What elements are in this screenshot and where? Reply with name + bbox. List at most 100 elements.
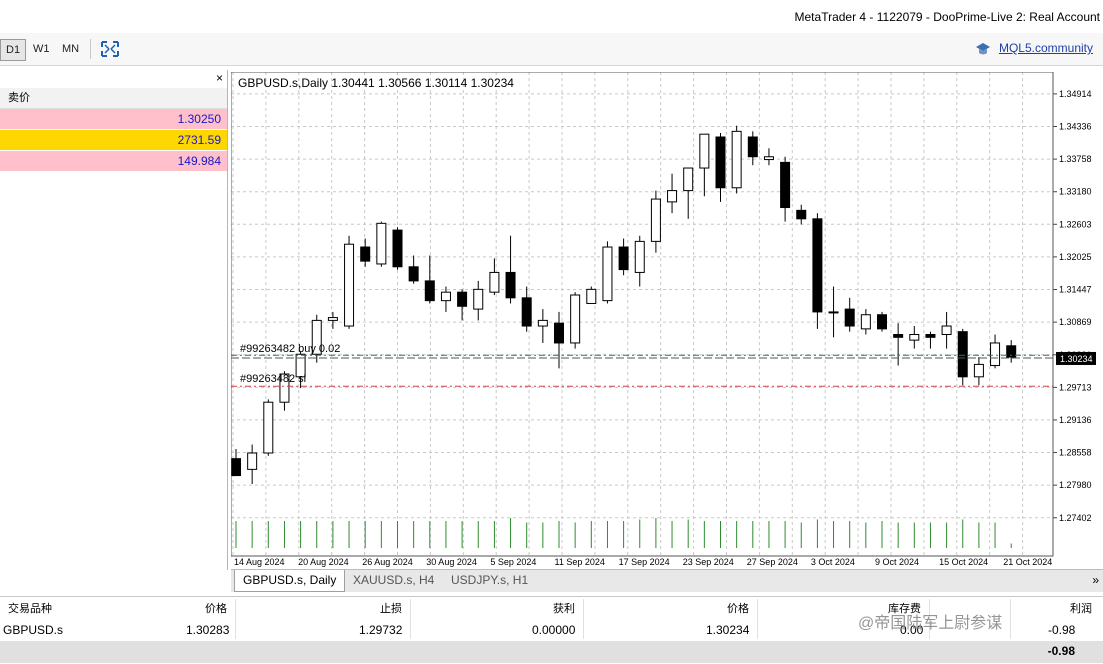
total-profit: -0.98 xyxy=(1047,644,1075,658)
quote-row[interactable]: 149.984 xyxy=(0,151,227,172)
bid-price: 149.984 xyxy=(177,154,221,168)
bid-price: 1.30250 xyxy=(177,112,221,126)
buy-order-label[interactable]: #99263482 buy 0.02 xyxy=(240,343,340,355)
candle-body xyxy=(860,314,871,330)
double-chevron-right-icon[interactable]: » xyxy=(1092,573,1099,587)
y-tick-label: 1.27402 xyxy=(1059,513,1092,523)
y-tick-label: 1.30869 xyxy=(1059,317,1092,327)
col-symbol-header[interactable]: 交易品种 xyxy=(8,600,52,618)
mql5-community-link[interactable]: MQL5.community xyxy=(999,41,1093,55)
stop-loss-label[interactable]: #99263482 sl xyxy=(240,373,306,385)
candle-body xyxy=(440,291,451,302)
y-tick-label: 1.34336 xyxy=(1059,121,1092,131)
y-tick-label: 1.29713 xyxy=(1059,382,1092,392)
y-tick-label: 1.33180 xyxy=(1059,187,1092,197)
candle-body xyxy=(489,271,500,293)
x-tick-label: 14 Aug 2024 xyxy=(234,557,285,567)
tab-usdjpy-h1[interactable]: USDJPY.s, H1 xyxy=(443,570,536,591)
y-tick-label: 1.34914 xyxy=(1059,89,1092,99)
candle-body xyxy=(586,288,597,304)
x-tick-label: 3 Oct 2024 xyxy=(811,557,855,567)
timeframe-d1-button[interactable]: D1 xyxy=(0,39,27,61)
x-tick-label: 21 Oct 2024 xyxy=(1003,557,1052,567)
market-watch-panel: × 卖价 1.30250 2731.59 149.984 xyxy=(0,70,228,570)
candle-body xyxy=(699,133,710,169)
col-profit-header[interactable]: 利润 xyxy=(1070,600,1092,618)
y-tick-label: 1.33758 xyxy=(1059,154,1092,164)
y-tick-label: 1.32025 xyxy=(1059,252,1092,262)
candle-body xyxy=(780,161,791,209)
candle-body xyxy=(376,222,387,265)
candle-body xyxy=(925,333,936,338)
candle-body xyxy=(667,190,678,203)
candle-body xyxy=(408,266,419,282)
total-row: -0.98 xyxy=(0,641,1103,663)
candle-body xyxy=(247,452,258,470)
candle-body xyxy=(893,333,904,338)
tab-gbpusd-daily[interactable]: GBPUSD.s, Daily xyxy=(234,570,346,592)
y-tick-label: 1.29136 xyxy=(1059,415,1092,425)
tab-xauusd-h4[interactable]: XAUUSD.s, H4 xyxy=(345,570,442,591)
col-take-profit-header[interactable]: 获利 xyxy=(553,600,575,618)
candle-body xyxy=(457,291,468,307)
close-icon[interactable]: × xyxy=(216,71,223,85)
candle-body xyxy=(424,280,435,302)
x-tick-label: 20 Aug 2024 xyxy=(298,557,349,567)
col-stop-loss-header[interactable]: 止损 xyxy=(380,600,402,618)
chart-header: GBPUSD.s,Daily 1.30441 1.30566 1.30114 1… xyxy=(238,76,514,90)
candle-body xyxy=(327,317,338,321)
position-profit: -0.98 xyxy=(1048,623,1076,637)
market-watch-header: 卖价 xyxy=(0,88,227,109)
quote-row[interactable]: 1.30250 xyxy=(0,109,227,130)
y-tick-label: 1.31447 xyxy=(1059,285,1092,295)
candle-body xyxy=(360,246,371,262)
x-tick-label: 9 Oct 2024 xyxy=(875,557,919,567)
candle-body xyxy=(537,319,548,327)
current-price-tag: 1.30234 xyxy=(1056,351,1096,365)
y-tick-label: 1.32603 xyxy=(1059,219,1092,229)
candle-body xyxy=(392,229,403,268)
toolbar-separator xyxy=(90,39,91,59)
candle-body xyxy=(634,240,645,273)
quote-row[interactable]: 2731.59 xyxy=(0,130,227,151)
watermark: @帝国陆军上尉参谋 xyxy=(858,615,1003,632)
candle-body xyxy=(263,401,274,454)
x-tick-label: 23 Sep 2024 xyxy=(683,557,734,567)
col-current-price-header[interactable]: 价格 xyxy=(727,600,749,618)
candle-body xyxy=(618,246,629,271)
bid-price: 2731.59 xyxy=(177,133,221,147)
bid-column-header[interactable]: 卖价 xyxy=(0,92,30,104)
col-open-price-header[interactable]: 价格 xyxy=(205,600,227,618)
x-tick-label: 5 Sep 2024 xyxy=(490,557,536,567)
x-tick-label: 15 Oct 2024 xyxy=(939,557,988,567)
candle-body xyxy=(747,136,758,158)
candle-body xyxy=(973,363,984,378)
y-tick-label: 1.27980 xyxy=(1059,480,1092,490)
chart-window[interactable]: 1.34914 1.34336 1.33758 1.33180 1.32603 1.320… xyxy=(230,71,1103,568)
candle-body xyxy=(844,308,855,327)
candle-body xyxy=(715,136,726,189)
candle-body xyxy=(554,322,564,344)
x-tick-label: 26 Aug 2024 xyxy=(362,557,413,567)
candle-body xyxy=(344,243,355,327)
candle-body xyxy=(909,333,920,341)
candle-body xyxy=(990,342,1001,367)
position-open-price: 1.30283 xyxy=(186,623,230,637)
timeframe-toolbar: D1 W1 MN MQL5.community xyxy=(0,33,1103,66)
position-stop-loss: 1.29732 xyxy=(359,623,403,637)
candle-body xyxy=(796,209,807,220)
price-chart[interactable]: 1.34914 1.34336 1.33758 1.33180 1.32603 1.320… xyxy=(230,71,1103,568)
candle-body xyxy=(521,297,532,327)
x-tick-label: 30 Aug 2024 xyxy=(426,557,477,567)
current-price-text: 1.30234 xyxy=(1060,354,1093,364)
candle-body xyxy=(812,218,823,313)
candle-body xyxy=(473,288,484,310)
x-tick-label: 17 Sep 2024 xyxy=(619,557,670,567)
timeframe-mn-button[interactable]: MN xyxy=(57,39,84,59)
position-current-price: 1.30234 xyxy=(706,623,750,637)
expand-icon[interactable] xyxy=(101,41,119,57)
candle-body xyxy=(957,331,968,378)
x-tick-label: 11 Sep 2024 xyxy=(555,557,605,567)
y-tick-label: 1.28558 xyxy=(1059,448,1092,458)
timeframe-w1-button[interactable]: W1 xyxy=(28,39,55,59)
